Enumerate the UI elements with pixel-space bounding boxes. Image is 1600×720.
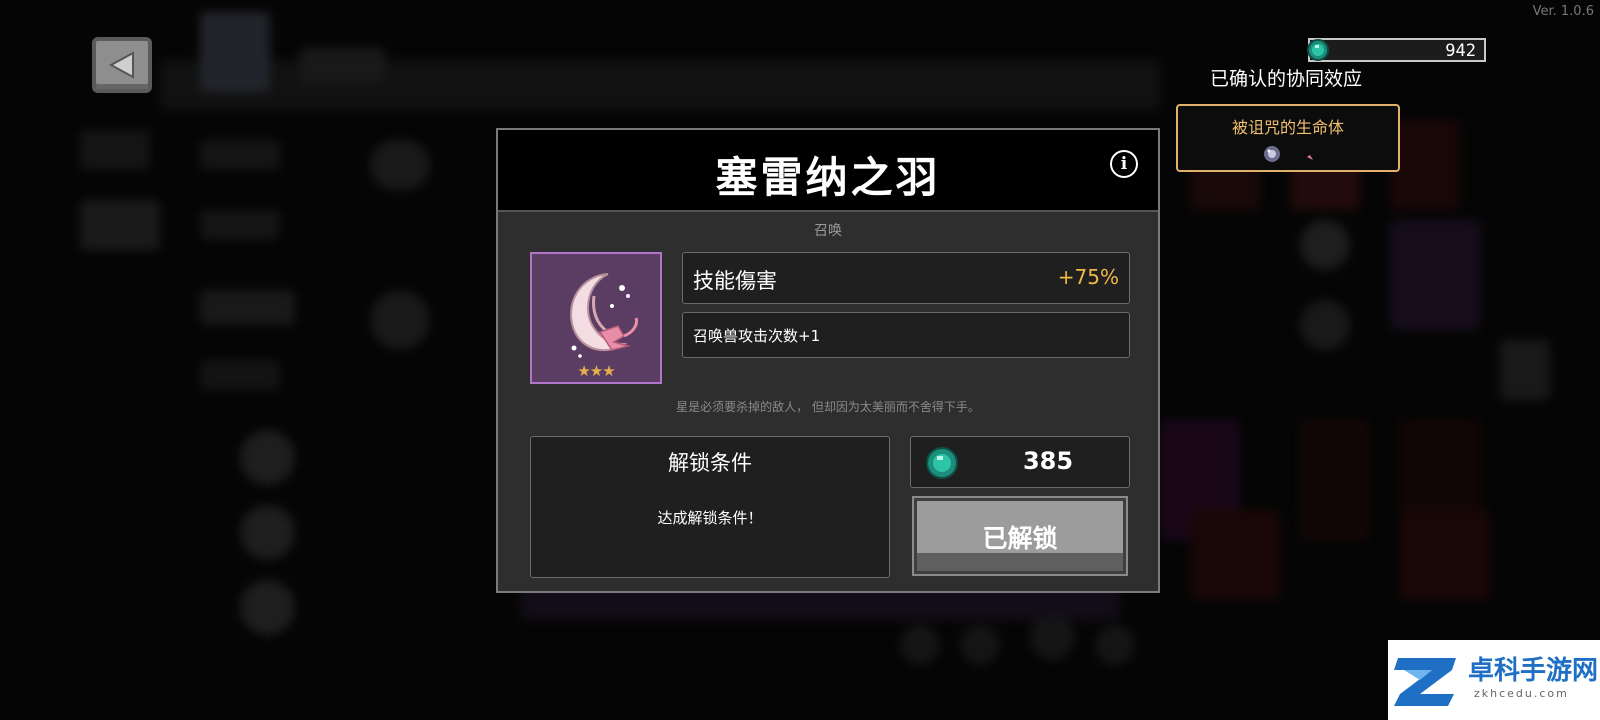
unlock-condition-title: 解锁条件 xyxy=(668,451,752,475)
bg-tile xyxy=(200,210,280,240)
orb-icon xyxy=(1264,146,1280,162)
currency-amount: 942 xyxy=(1445,41,1476,61)
synergy-name: 被诅咒的生命体 xyxy=(1231,118,1344,137)
back-button[interactable] xyxy=(92,37,152,93)
gem-icon xyxy=(1307,39,1329,61)
bg-tile xyxy=(1400,510,1490,600)
bg-tile xyxy=(240,505,295,560)
bg-tile xyxy=(1500,340,1550,400)
rarity-stars: ★★★ xyxy=(577,362,615,380)
bg-tile xyxy=(1390,120,1460,210)
bg-tile xyxy=(1300,220,1350,270)
unlock-condition-box: 解锁条件 达成解锁条件！ xyxy=(530,436,890,578)
bg-tile xyxy=(300,48,385,84)
bg-tile xyxy=(1095,625,1135,665)
synergy-card[interactable]: 被诅咒的生命体 xyxy=(1176,104,1400,172)
bg-tile xyxy=(240,580,295,635)
bg-tile xyxy=(240,430,295,485)
main-stat-label: 技能傷害 xyxy=(693,269,777,293)
item-detail-modal: 塞雷纳之羽 i 召唤 ★★★ 技能傷害 +75% 召唤兽攻击次数+1 星是必须要… xyxy=(496,128,1160,593)
bg-tile xyxy=(1030,615,1075,660)
item-category: 召唤 xyxy=(814,223,842,239)
flavor-text: 星是必须要杀掉的敌人， 但却因为太美丽而不舍得下手。 xyxy=(676,400,980,414)
unlocked-button[interactable]: 已解锁 xyxy=(914,498,1126,574)
moon-feather-icon xyxy=(570,273,638,358)
bg-tile xyxy=(1300,300,1350,350)
bg-tile xyxy=(1390,220,1480,330)
bg-tile xyxy=(370,140,430,190)
item-title: 塞雷纳之羽 xyxy=(715,153,941,202)
watermark-domain: zkhcedu.com xyxy=(1474,687,1569,700)
moon-feather-icon xyxy=(1300,146,1313,163)
watermark-logo-icon xyxy=(1394,658,1456,706)
info-button[interactable]: i xyxy=(1110,150,1138,178)
currency-counter: 942 xyxy=(1308,38,1486,62)
bg-tile xyxy=(1190,510,1280,600)
main-stat-row: 技能傷害 +75% xyxy=(682,252,1130,304)
cost-box: 385 xyxy=(910,436,1130,488)
cost-value: 385 xyxy=(1022,447,1074,475)
bg-tile xyxy=(960,625,1000,665)
item-icon-box: ★★★ xyxy=(530,252,662,384)
bg-tile xyxy=(370,290,430,350)
watermark-text: 卓科手游网 xyxy=(1468,656,1599,686)
bg-tile xyxy=(900,625,940,665)
watermark: 卓科手游网 zkhcedu.com xyxy=(1388,640,1600,720)
sub-stat-label: 召唤兽攻击次数+1 xyxy=(693,327,821,345)
synergy-title: 已确认的协同效应 xyxy=(1210,68,1363,90)
bg-tile xyxy=(200,290,295,325)
bg-tile xyxy=(200,360,280,390)
info-icon: i xyxy=(1120,154,1128,174)
modal-header: 塞雷纳之羽 i xyxy=(498,130,1158,212)
sub-stat-row: 召唤兽攻击次数+1 xyxy=(682,312,1130,358)
main-stat-value: +75% xyxy=(1057,265,1119,289)
gem-icon xyxy=(926,447,958,479)
back-arrow-icon xyxy=(108,51,134,79)
bg-tile xyxy=(1300,420,1370,540)
version-label: Ver. 1.0.6 xyxy=(1532,4,1594,19)
bg-tile xyxy=(80,200,160,250)
bg-tile xyxy=(200,12,270,92)
bg-tile xyxy=(200,140,280,170)
unlocked-button-label: 已解锁 xyxy=(982,524,1058,553)
bg-tile xyxy=(80,130,150,170)
unlock-condition-text: 达成解锁条件！ xyxy=(657,509,763,527)
